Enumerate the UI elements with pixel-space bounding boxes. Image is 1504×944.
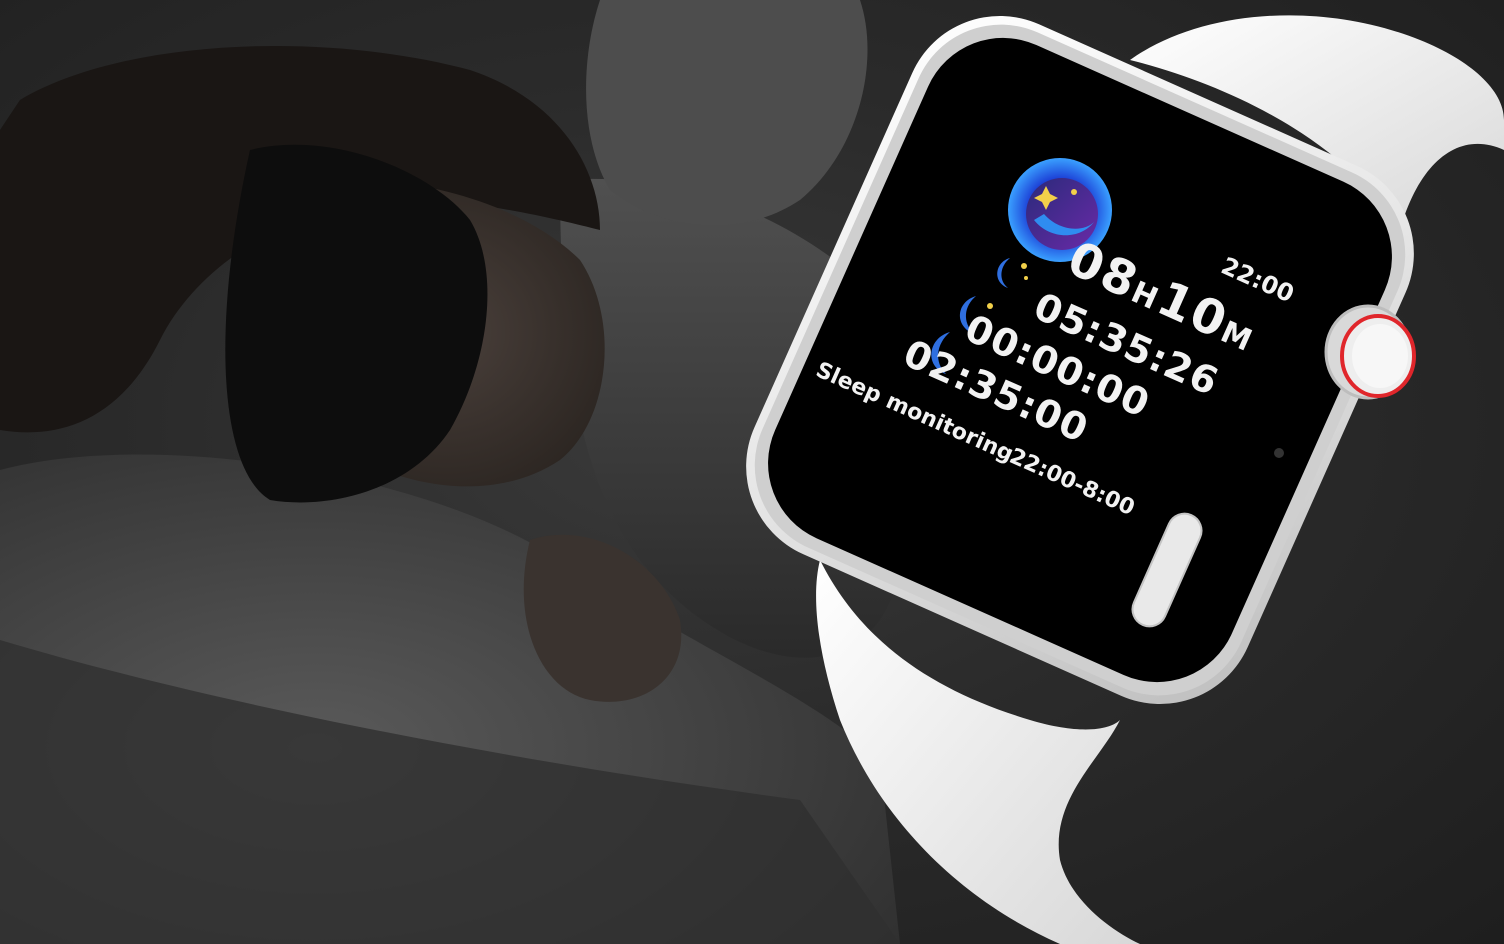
digital-crown[interactable] [1324, 304, 1416, 400]
smartwatch [746, 15, 1504, 944]
product-image: 22:00 08H10M 05:35:26 00:00:00 02:35:00 … [0, 0, 1504, 944]
microphone-hole [1274, 448, 1284, 458]
sleep-app-icon [1008, 158, 1112, 262]
